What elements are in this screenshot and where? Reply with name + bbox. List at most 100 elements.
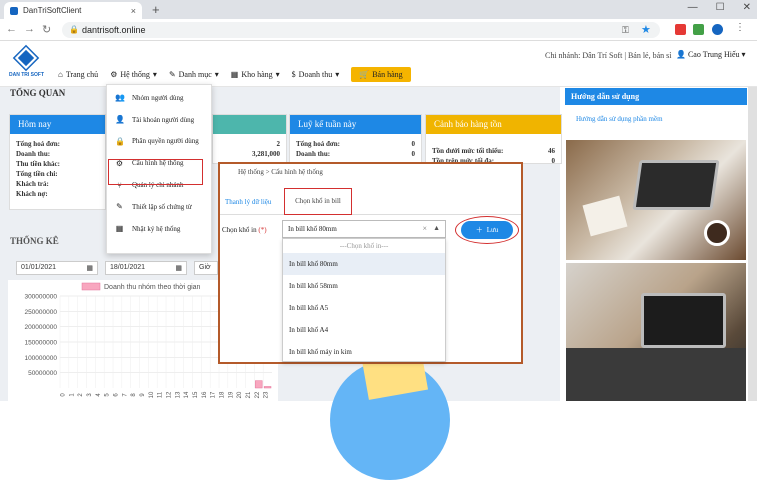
print-size-label-text: Chọn khổ in	[222, 226, 257, 234]
middle-card: 2 3,281,000	[212, 114, 287, 164]
scrollbar[interactable]	[748, 87, 757, 401]
today-label: Khách trả:	[16, 180, 49, 188]
lock-icon: 🔒	[115, 136, 125, 146]
today-label: Tổng hoá đơn:	[16, 140, 60, 148]
option-dot-matrix[interactable]: In bill khổ máy in kim	[283, 341, 445, 363]
x-tick-label: 0	[60, 393, 66, 397]
app-header: DAN TRI SOFT Chi nhánh: Dân Trí Soft | B…	[0, 42, 757, 87]
option-58mm[interactable]: In bill khổ 58mm	[283, 275, 445, 297]
x-tick-label: 3	[87, 393, 93, 397]
x-tick-label: 12	[166, 391, 172, 398]
x-tick-label: 4	[96, 393, 102, 397]
minimize-button[interactable]: —	[688, 2, 698, 13]
save-button[interactable]: ＋ Lưu	[461, 221, 513, 239]
menu-icon[interactable]: ⋮	[735, 22, 746, 33]
nav-catalog[interactable]: ✎ Danh mục ▾	[169, 70, 219, 79]
extension-icon[interactable]	[693, 24, 704, 35]
date-from-value: 01/01/2021	[21, 264, 57, 271]
x-tick-label: 7	[122, 393, 128, 397]
menu-item-user-accounts[interactable]: 👤 Tài khoản người dùng	[107, 109, 211, 131]
url-field[interactable]: 🔒 dantrisoft.online	[62, 22, 660, 38]
cumulative-label: Doanh thu:	[296, 150, 331, 158]
reload-icon[interactable]: ↻	[42, 23, 51, 36]
stats-title: THỐNG KÊ	[10, 236, 59, 246]
today-row: Tổng tiền chi:	[10, 169, 105, 179]
key-icon[interactable]: ⚿	[622, 25, 633, 36]
nav-home[interactable]: ⌂ Trang chủ	[58, 70, 98, 79]
guide-link[interactable]: Hướng dẫn sử dụng phần mềm	[576, 115, 663, 123]
caret-up-icon[interactable]: ▲	[433, 224, 440, 232]
option-placeholder[interactable]: ---Chọn khổ in---	[283, 239, 445, 253]
cumulative-label: Tổng hoá đơn:	[296, 140, 340, 148]
nav-revenue[interactable]: $ Doanh thu ▾	[292, 70, 340, 79]
option-a4[interactable]: In bill khổ A4	[283, 319, 445, 341]
today-row: Doanh thu:	[10, 149, 105, 159]
nav-system-label: Hệ thống	[120, 70, 150, 79]
group-by-select[interactable]: Giờ	[194, 261, 218, 275]
menu-item-doc-numbers[interactable]: ✎ Thiết lập số chứng từ	[107, 196, 211, 218]
x-tick-label: 10	[149, 391, 155, 398]
x-tick-label: 9	[140, 393, 146, 397]
stock-label: Tồn dưới mức tối thiểu:	[432, 147, 504, 155]
menu-item-user-groups[interactable]: 👥 Nhóm người dùng	[107, 87, 211, 109]
guide-header: Hướng dẫn sử dụng	[565, 88, 747, 105]
nav-sales-button[interactable]: 🛒 Bán hàng	[351, 67, 411, 82]
laptop-icon	[632, 160, 720, 210]
y-tick-label: 300000000	[24, 294, 57, 301]
profile-icon[interactable]	[712, 24, 723, 35]
cumulative-value: 0	[411, 140, 416, 148]
dollar-icon: $	[291, 70, 296, 79]
favicon-icon	[10, 6, 18, 15]
new-tab-button[interactable]: +	[152, 2, 160, 17]
forward-icon[interactable]: →	[24, 23, 35, 35]
desk-surface	[566, 348, 746, 401]
date-from-input[interactable]: 01/01/2021 ▦	[16, 261, 98, 275]
clear-icon[interactable]: ×	[422, 224, 427, 233]
today-label: Doanh thu:	[16, 150, 51, 158]
print-size-label: Chọn khổ in (*)	[222, 226, 267, 234]
nav-warehouse[interactable]: ▦ Kho hàng ▾	[231, 70, 280, 79]
coffee-cup-icon	[704, 220, 730, 246]
x-tick-label: 11	[158, 391, 164, 398]
cumulative-row: Doanh thu: 0	[290, 149, 421, 159]
calendar-icon: ▦	[175, 265, 182, 272]
cart-icon: 🛒	[359, 70, 370, 79]
back-icon[interactable]: ←	[6, 23, 17, 35]
y-tick-label: 100000000	[24, 355, 57, 362]
window-controls: — ☐ ✕	[688, 2, 751, 13]
stock-value: 0	[551, 157, 556, 165]
close-window-button[interactable]: ✕	[743, 2, 751, 13]
maximize-button[interactable]: ☐	[716, 2, 725, 13]
today-card: Hôm nay Tổng hoá đơn: Doanh thu: Thu tiề…	[9, 114, 106, 210]
tab-close-icon[interactable]: ×	[131, 6, 136, 16]
menu-item-permissions[interactable]: 🔒 Phân quyền người dùng	[107, 131, 211, 153]
middle-row: 2	[213, 139, 286, 149]
tab-data-cleanup[interactable]: Thanh lý dữ liệu	[225, 198, 271, 206]
legend-label: Doanh thu nhóm theo thời gian	[104, 284, 201, 291]
nav-sales-label: Bán hàng	[372, 70, 403, 79]
print-size-selected: In bill khổ 80mm	[288, 225, 337, 233]
modal-tabs: Thanh lý dữ liệu Chọn khổ in bill	[220, 188, 521, 215]
option-a5[interactable]: In bill khổ A5	[283, 297, 445, 319]
nav-system[interactable]: ⚙ Hệ thống ▾	[110, 70, 157, 79]
print-size-select[interactable]: In bill khổ 80mm × ▲	[282, 220, 446, 238]
star-icon[interactable]: ★	[641, 23, 652, 36]
tab-print-size[interactable]: Chọn khổ in bill	[284, 188, 352, 215]
overview-title: TỔNG QUAN	[10, 88, 66, 98]
stock-header: Cảnh báo hàng tồn	[426, 115, 561, 134]
cumulative-value: 0	[411, 150, 416, 158]
logo-text: DAN TRI SOFT	[9, 72, 44, 78]
branch-info: Chi nhánh: Dân Trí Soft | Bán lẻ, bán sỉ	[545, 51, 672, 60]
x-tick-label: 20	[237, 391, 243, 398]
date-to-input[interactable]: 18/01/2021 ▦	[105, 261, 187, 275]
extension-icon[interactable]	[675, 24, 686, 35]
x-tick-label: 19	[228, 391, 234, 398]
lock-icon: 🔒	[69, 25, 79, 34]
option-80mm[interactable]: In bill khổ 80mm	[283, 253, 445, 275]
laptop-icon	[641, 293, 726, 348]
logo[interactable]: DAN TRI SOFT	[9, 44, 44, 83]
browser-tab[interactable]: DanTriSoftClient ×	[4, 2, 142, 19]
menu-item-system-log[interactable]: ▦ Nhật ký hệ thống	[107, 218, 211, 240]
user-menu[interactable]: 👤 Cao Trung Hiếu ▾	[676, 50, 746, 59]
cumulative-card: Luỹ kế tuần này Tổng hoá đơn: 0 Doanh thu…	[289, 114, 422, 164]
